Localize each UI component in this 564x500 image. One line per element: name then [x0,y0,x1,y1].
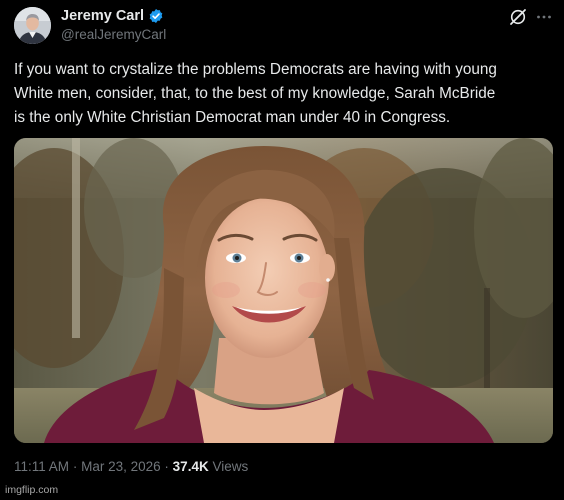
tweet-photo[interactable] [14,138,553,443]
tweet-metadata: 11:11 AM · Mar 23, 2026 · 37.4K Views [14,459,248,474]
author-name-row: Jeremy Carl [61,7,166,25]
views-label: Views [212,459,249,474]
meta-separator: · [72,459,78,474]
imgflip-watermark: imgflip.com [5,484,59,496]
views-count[interactable]: 37.4K [173,459,209,474]
portrait-photo-icon [14,138,553,443]
author-display-name[interactable]: Jeremy Carl [61,8,144,24]
tweet-text-line: White men, consider, that, to the best o… [14,85,496,102]
tweet-text-line: If you want to crystalize the problems D… [14,61,497,78]
verified-badge-icon [148,8,164,24]
avatar-photo-icon [14,7,51,44]
tweet-text-line: is the only White Christian Democrat man… [14,109,451,126]
tweet-card: Jeremy Carl @realJeremyCarl If you want … [0,0,564,500]
grok-icon[interactable] [509,8,527,26]
tweet-time[interactable]: 11:11 AM [14,459,69,474]
author-avatar[interactable] [14,7,51,44]
meta-separator: · [164,459,169,474]
tweet-date[interactable]: Mar 23, 2026 [81,459,161,474]
author-block: Jeremy Carl @realJeremyCarl [61,7,166,42]
tweet-text: If you want to crystalize the problems D… [14,58,554,130]
more-options-icon[interactable] [535,8,553,26]
author-handle[interactable]: @realJeremyCarl [61,27,166,42]
